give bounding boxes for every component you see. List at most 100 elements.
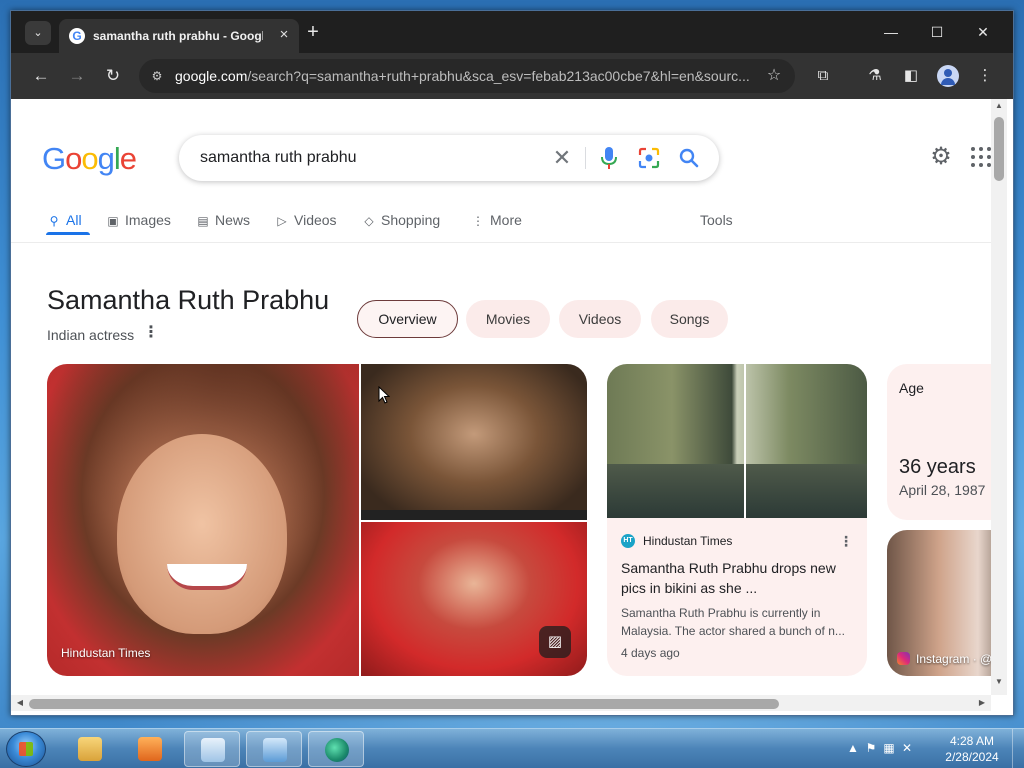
birth-date: April 28, 1987: [899, 482, 986, 498]
search-icon[interactable]: [677, 145, 701, 171]
scroll-left-arrow-icon[interactable]: ◀: [15, 698, 25, 708]
microphone-icon[interactable]: [597, 145, 621, 171]
forward-arrow-icon[interactable]: →: [65, 64, 89, 88]
url-host: google.com: [175, 68, 248, 84]
control-panel-icon: [201, 738, 225, 762]
new-tab-icon[interactable]: +: [301, 21, 325, 45]
search-box[interactable]: samantha ruth prabhu ✕: [179, 135, 719, 181]
tab-videos[interactable]: ▷ Videos: [274, 212, 336, 236]
tag-icon: ◇: [364, 214, 374, 228]
tab-more[interactable]: ⋮ More: [470, 212, 522, 236]
tab-shopping[interactable]: ◇ Shopping: [361, 212, 440, 236]
show-hidden-icons-icon[interactable]: ▲: [844, 741, 862, 755]
browser-menu-icon[interactable]: ⋮: [973, 64, 997, 88]
mouse-cursor-icon: [378, 386, 390, 404]
entity-more-icon[interactable]: ⋮: [143, 324, 159, 342]
url-path: /search?q=samantha+ruth+prabhu&sca_esv=f…: [247, 68, 750, 84]
minimize-button[interactable]: —: [869, 19, 913, 45]
tab-title: samantha ruth prabhu - Google Search: [93, 29, 263, 43]
age-label: Age: [899, 380, 924, 396]
taskbar-browser[interactable]: [308, 731, 364, 767]
browser-tab[interactable]: G samantha ruth prabhu - Google Search ×: [59, 19, 299, 53]
google-favicon-icon: G: [69, 28, 85, 44]
tab-news[interactable]: ▤ News: [195, 212, 250, 236]
chip-videos[interactable]: Videos: [559, 300, 641, 338]
tools-button[interactable]: Tools: [700, 212, 733, 228]
instagram-label: Instagram · @: [897, 652, 991, 666]
news-timestamp: 4 days ago: [621, 646, 680, 660]
settings-gear-icon[interactable]: ⚙: [927, 143, 955, 171]
photo-source-caption: Hindustan Times: [61, 646, 151, 660]
browser-toolbar: ← → ↻ ⚙ google.com/search?q=samantha+rut…: [11, 53, 1013, 99]
news-headline[interactable]: Samantha Ruth Prabhu drops new pics in b…: [621, 558, 853, 598]
main-photo[interactable]: Hindustan Times: [47, 364, 359, 676]
horizontal-scroll-thumb[interactable]: [29, 699, 779, 709]
photo-bottom-right[interactable]: ▨: [361, 522, 587, 676]
back-arrow-icon[interactable]: ←: [29, 64, 53, 88]
clear-search-icon[interactable]: ✕: [549, 145, 575, 171]
search-icon: ⚲: [49, 214, 59, 228]
site-info-icon[interactable]: ⚙: [149, 68, 165, 84]
vertical-scroll-thumb[interactable]: [994, 117, 1004, 181]
instagram-icon: [897, 652, 910, 665]
volume-muted-icon[interactable]: ✕: [898, 741, 916, 755]
chip-overview[interactable]: Overview: [357, 300, 458, 338]
network-app-icon: [263, 738, 287, 762]
tab-images[interactable]: ▣ Images: [105, 212, 171, 236]
news-card[interactable]: HT Hindustan Times ⋮ Samantha Ruth Prabh…: [607, 364, 867, 676]
start-button[interactable]: [6, 731, 46, 767]
search-results-page: Google samantha ruth prabhu ✕ ⚙ ⚲ All ▣ …: [11, 99, 991, 695]
active-tab-indicator: [46, 232, 90, 235]
chip-movies[interactable]: Movies: [466, 300, 550, 338]
entity-subtitle: Indian actress: [47, 327, 135, 343]
vertical-scrollbar[interactable]: [991, 99, 1007, 695]
gallery-icon[interactable]: ▨: [539, 626, 571, 658]
news-source: Hindustan Times: [643, 534, 733, 548]
close-button[interactable]: ✕: [961, 19, 1005, 45]
google-apps-icon[interactable]: [971, 147, 991, 167]
taskbar-explorer[interactable]: [62, 731, 118, 767]
scroll-down-arrow-icon[interactable]: ▼: [994, 677, 1004, 687]
news-thumbnail: [607, 364, 867, 518]
show-desktop-button[interactable]: [1012, 729, 1024, 768]
scroll-right-arrow-icon[interactable]: ▶: [977, 698, 987, 708]
photo-top-right[interactable]: [361, 364, 587, 520]
taskbar-network-app[interactable]: [246, 731, 302, 767]
url-text[interactable]: google.com/search?q=samantha+ruth+prabhu…: [175, 68, 755, 86]
age-card[interactable]: Age 36 years April 28, 1987: [887, 364, 991, 520]
bookmark-star-icon[interactable]: ☆: [763, 65, 785, 87]
profile-avatar-icon[interactable]: [937, 65, 959, 87]
maximize-button[interactable]: ☐: [915, 19, 959, 45]
address-bar[interactable]: ⚙ google.com/search?q=samantha+ruth+prab…: [139, 59, 795, 93]
extensions-icon[interactable]: ⧉: [811, 64, 835, 88]
labs-flask-icon[interactable]: ⚗: [863, 64, 887, 88]
instagram-card[interactable]: Instagram · @: [887, 530, 991, 676]
side-panel-icon[interactable]: ◧: [899, 64, 923, 88]
system-tray: ▲ ⚑ ▦ ✕: [844, 741, 916, 757]
tab-search-button[interactable]: ⌄: [25, 21, 51, 45]
tab-bar: ⌄ G samantha ruth prabhu - Google Search…: [11, 11, 1013, 53]
clock-date[interactable]: 2/28/2024: [944, 750, 1000, 764]
action-center-flag-icon[interactable]: ⚑: [862, 741, 880, 755]
play-icon: ▷: [277, 214, 287, 228]
source-logo-icon: HT: [621, 534, 635, 548]
news-more-icon[interactable]: ⋮: [839, 532, 853, 550]
search-input[interactable]: samantha ruth prabhu: [200, 149, 357, 167]
news-icon: ▤: [197, 214, 209, 228]
taskbar-media-player[interactable]: [122, 731, 178, 767]
chip-songs[interactable]: Songs: [651, 300, 728, 338]
google-lens-icon[interactable]: [637, 146, 661, 170]
scroll-up-arrow-icon[interactable]: ▲: [994, 101, 1004, 111]
search-divider: [585, 147, 586, 169]
entity-title: Samantha Ruth Prabhu: [47, 285, 330, 315]
news-snippet: Samantha Ruth Prabhu is currently in Mal…: [621, 606, 845, 638]
tab-close-icon[interactable]: ×: [275, 26, 293, 44]
clock-time[interactable]: 4:28 AM: [944, 734, 1000, 748]
google-logo[interactable]: Google: [42, 141, 137, 177]
kebab-icon: ⋮: [472, 214, 484, 228]
image-icon: ▣: [107, 214, 119, 228]
age-value: 36 years: [899, 456, 976, 478]
network-icon[interactable]: ▦: [880, 741, 898, 755]
taskbar-control-panel[interactable]: [184, 731, 240, 767]
reload-icon[interactable]: ↻: [101, 64, 125, 88]
